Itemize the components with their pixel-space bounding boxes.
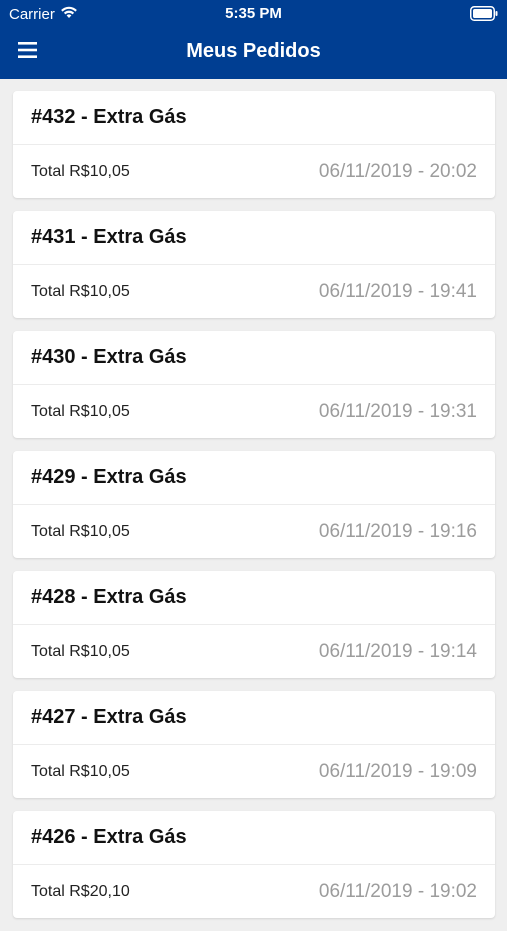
- order-card[interactable]: #429 - Extra Gás Total R$10,05 06/11/201…: [13, 451, 495, 558]
- battery-icon: [470, 6, 498, 21]
- order-footer: Total R$10,05 06/11/2019 - 19:16: [13, 505, 495, 558]
- order-date: 06/11/2019 - 19:14: [318, 640, 477, 662]
- order-title: #430 - Extra Gás: [31, 346, 187, 368]
- order-footer: Total R$10,05 06/11/2019 - 19:31: [13, 385, 495, 438]
- order-title: #431 - Extra Gás: [31, 226, 187, 248]
- order-card[interactable]: #428 - Extra Gás Total R$10,05 06/11/201…: [13, 571, 495, 678]
- order-title: #427 - Extra Gás: [31, 706, 187, 728]
- order-header: #427 - Extra Gás: [13, 691, 495, 745]
- app-header: Carrier 5:35 PM Meus Pedidos: [0, 0, 507, 79]
- order-header: #432 - Extra Gás: [13, 91, 495, 145]
- order-header: #431 - Extra Gás: [13, 211, 495, 265]
- status-bar: Carrier 5:35 PM: [0, 0, 507, 28]
- order-header: #428 - Extra Gás: [13, 571, 495, 625]
- order-title: #432 - Extra Gás: [31, 106, 187, 128]
- order-footer: Total R$20,10 06/11/2019 - 19:02: [13, 865, 495, 918]
- order-date: 06/11/2019 - 19:31: [318, 400, 477, 422]
- order-total: Total R$10,05: [31, 522, 130, 540]
- order-title: #426 - Extra Gás: [31, 826, 187, 848]
- order-date: 06/11/2019 - 20:02: [318, 160, 477, 182]
- order-date: 06/11/2019 - 19:41: [318, 280, 477, 302]
- order-total: Total R$10,05: [31, 762, 130, 780]
- order-footer: Total R$10,05 06/11/2019 - 19:09: [13, 745, 495, 798]
- status-time: 5:35 PM: [225, 5, 282, 22]
- order-total: Total R$20,10: [31, 882, 130, 900]
- order-footer: Total R$10,05 06/11/2019 - 20:02: [13, 145, 495, 198]
- order-date: 06/11/2019 - 19:09: [318, 760, 477, 782]
- order-total: Total R$10,05: [31, 282, 130, 300]
- navigation-bar: Meus Pedidos: [0, 28, 507, 79]
- order-footer: Total R$10,05 06/11/2019 - 19:41: [13, 265, 495, 318]
- order-card[interactable]: #430 - Extra Gás Total R$10,05 06/11/201…: [13, 331, 495, 438]
- order-total: Total R$10,05: [31, 402, 130, 420]
- order-card[interactable]: #431 - Extra Gás Total R$10,05 06/11/201…: [13, 211, 495, 318]
- order-title: #428 - Extra Gás: [31, 586, 187, 608]
- order-title: #429 - Extra Gás: [31, 466, 187, 488]
- order-total: Total R$10,05: [31, 642, 130, 660]
- page-title: Meus Pedidos: [186, 40, 321, 62]
- order-card[interactable]: #427 - Extra Gás Total R$10,05 06/11/201…: [13, 691, 495, 798]
- order-total: Total R$10,05: [31, 162, 130, 180]
- order-footer: Total R$10,05 06/11/2019 - 19:14: [13, 625, 495, 678]
- order-header: #429 - Extra Gás: [13, 451, 495, 505]
- order-date: 06/11/2019 - 19:16: [318, 520, 477, 542]
- order-list: #432 - Extra Gás Total R$10,05 06/11/201…: [13, 91, 495, 931]
- order-date: 06/11/2019 - 19:02: [318, 880, 477, 902]
- order-header: #430 - Extra Gás: [13, 331, 495, 385]
- order-card[interactable]: #432 - Extra Gás Total R$10,05 06/11/201…: [13, 91, 495, 198]
- order-header: #426 - Extra Gás: [13, 811, 495, 865]
- order-card[interactable]: #426 - Extra Gás Total R$20,10 06/11/201…: [13, 811, 495, 918]
